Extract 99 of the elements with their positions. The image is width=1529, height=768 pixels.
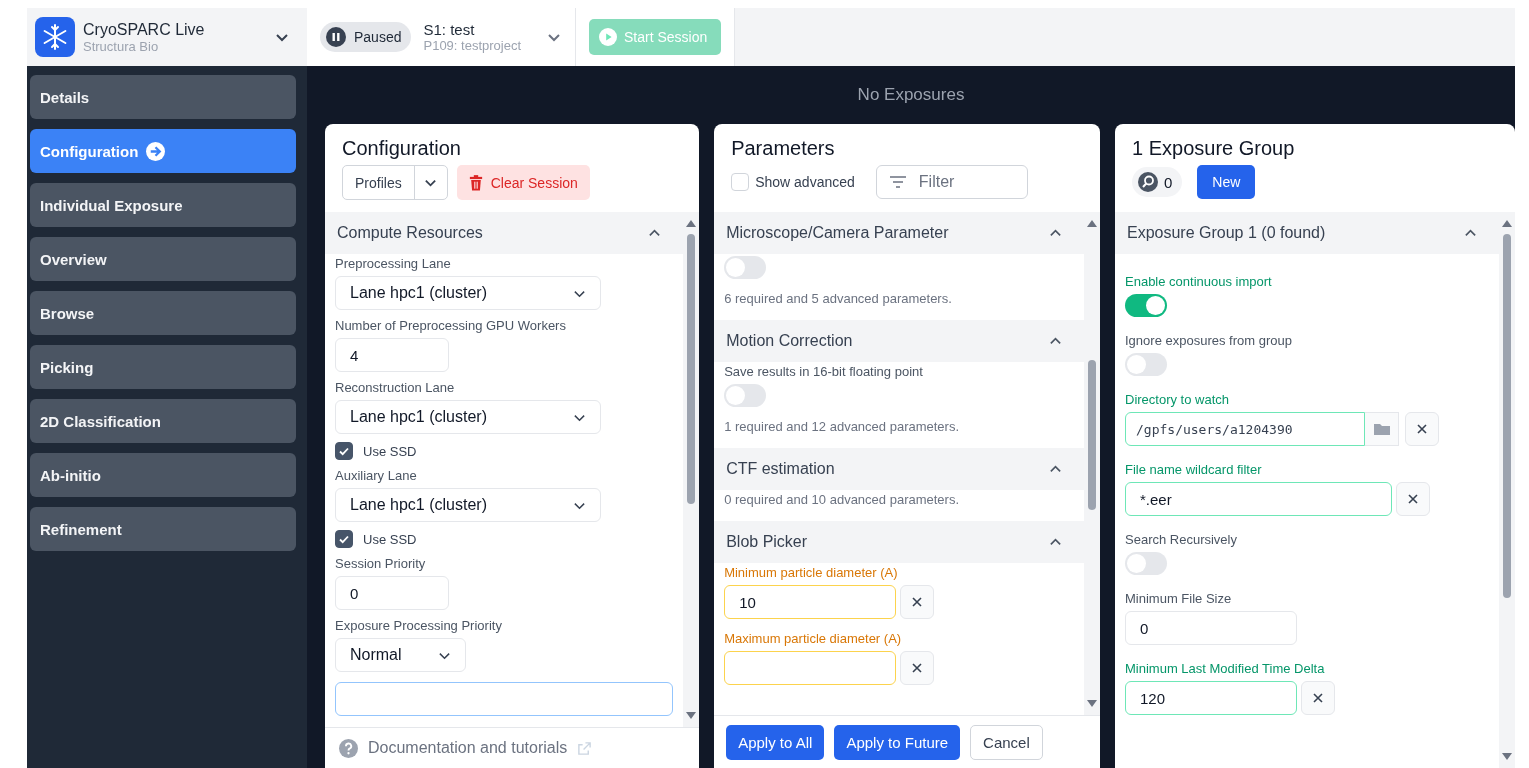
- field-label: Reconstruction Lane: [335, 380, 456, 395]
- help-icon: [339, 738, 358, 758]
- number-field[interactable]: 0: [335, 576, 449, 610]
- sidebar-item[interactable]: Configuration: [30, 129, 296, 173]
- section-header[interactable]: Microscope/Camera Parameter: [714, 212, 1084, 254]
- input-field[interactable]: [724, 651, 897, 685]
- input-field[interactable]: 120: [1125, 681, 1297, 715]
- sidebar-item[interactable]: Individual Exposure: [30, 183, 296, 227]
- action-button[interactable]: Cancel: [970, 724, 1043, 760]
- action-button[interactable]: Apply to All: [726, 724, 825, 760]
- field-label: Exposure Processing Priority: [335, 618, 503, 633]
- action-button[interactable]: Apply to Future: [834, 724, 961, 760]
- input-field[interactable]: 10: [724, 585, 897, 619]
- parameter-summary: 0 required and 10 advanced parameters.: [724, 492, 961, 507]
- sidebar-item[interactable]: 2D Classification: [30, 399, 296, 443]
- field-label: File name wildcard filter: [1125, 462, 1263, 477]
- field-label: Auxiliary Lane: [335, 468, 418, 483]
- panel-title: Configuration: [342, 137, 462, 160]
- check-icon: [338, 445, 350, 457]
- sidebar-item[interactable]: Refinement: [30, 507, 296, 551]
- arrow-right-icon: [146, 141, 166, 161]
- toggle-switch[interactable]: [1125, 552, 1167, 575]
- clear-session-button[interactable]: Clear Session: [456, 165, 590, 200]
- checkbox[interactable]: [335, 530, 353, 548]
- directory-field[interactable]: /gpfs/users/a1204390: [1125, 412, 1365, 446]
- parameter-summary: 6 required and 5 advanced parameters.: [724, 291, 953, 306]
- number-field[interactable]: 0: [1125, 611, 1297, 645]
- field-label: Ignore exposures from group: [1125, 333, 1293, 348]
- select-field[interactable]: Normal: [335, 638, 466, 672]
- close-icon: [911, 662, 924, 674]
- status-label: Paused: [354, 29, 402, 45]
- found-count: 0: [1164, 173, 1173, 191]
- sidebar-item[interactable]: Browse: [30, 291, 296, 335]
- play-icon: [599, 28, 617, 46]
- browse-button[interactable]: [1365, 412, 1399, 446]
- section-header[interactable]: Compute Resources: [325, 212, 684, 254]
- field-label: Minimum Last Modified Time Delta: [1125, 661, 1326, 676]
- check-icon: [338, 533, 350, 545]
- field-label: Minimum File Size: [1125, 591, 1233, 606]
- sidebar-item[interactable]: Details: [30, 75, 296, 119]
- panel-title: 1 Exposure Group: [1132, 137, 1296, 160]
- toggle-switch[interactable]: [724, 384, 767, 407]
- app-name: CryoSPARC Live: [83, 20, 206, 39]
- input-field[interactable]: *.eer: [1125, 482, 1392, 516]
- checkbox-label: Use SSD: [363, 443, 417, 459]
- clear-button[interactable]: [900, 585, 935, 619]
- field-label: Save results in 16-bit floating point: [724, 364, 924, 379]
- field-label: Search Recursively: [1125, 532, 1238, 547]
- field-label: Maximum particle diameter (A): [724, 631, 903, 646]
- clear-button[interactable]: [1396, 482, 1430, 516]
- checkbox-label: Use SSD: [363, 531, 417, 547]
- select-field[interactable]: Lane hpc1 (cluster): [335, 276, 601, 310]
- organization-name: Structura Bio: [83, 38, 160, 54]
- external-link-icon: [577, 740, 593, 756]
- profiles-label[interactable]: Profiles: [343, 166, 415, 199]
- field-label: Enable continuous import: [1125, 274, 1273, 289]
- field-label: Minimum particle diameter (A): [724, 565, 899, 580]
- no-exposures-message: No Exposures: [857, 85, 965, 105]
- close-icon: [1312, 692, 1324, 704]
- checkbox[interactable]: [335, 442, 353, 460]
- folder-icon: [1373, 423, 1390, 435]
- panel-title: Parameters: [731, 137, 836, 160]
- input-field[interactable]: [335, 682, 673, 716]
- field-label: Preprocessing Lane: [335, 256, 452, 271]
- toggle-switch[interactable]: [1125, 294, 1167, 317]
- snowflake-logo-icon: [35, 17, 75, 57]
- profiles-dropdown[interactable]: Profiles: [342, 165, 448, 200]
- documentation-link[interactable]: Documentation and tutorials: [368, 739, 568, 757]
- field-label: Session Priority: [335, 556, 427, 571]
- parameter-summary: 1 required and 12 advanced parameters.: [724, 419, 961, 434]
- project-name: P109: testproject: [423, 38, 523, 53]
- clear-button[interactable]: [900, 651, 935, 685]
- toggle-switch[interactable]: [1125, 353, 1167, 376]
- clear-button[interactable]: [1405, 412, 1439, 446]
- checkbox-label: Show advanced: [755, 174, 855, 190]
- search-icon: [1138, 172, 1158, 192]
- clear-button[interactable]: [1301, 681, 1335, 715]
- field-label: Number of Preprocessing GPU Workers: [335, 318, 567, 333]
- session-name: S1: test: [423, 21, 476, 38]
- close-icon: [1407, 493, 1419, 505]
- sidebar-item[interactable]: Overview: [30, 237, 296, 281]
- field-label: Directory to watch: [1125, 392, 1231, 407]
- select-field[interactable]: Lane hpc1 (cluster): [335, 400, 601, 434]
- section-header[interactable]: Motion Correction: [714, 320, 1084, 362]
- sidebar-item[interactable]: Picking: [30, 345, 296, 389]
- select-field[interactable]: Lane hpc1 (cluster): [335, 488, 601, 522]
- filter-field[interactable]: Filter: [875, 165, 1028, 199]
- section-header[interactable]: Blob Picker: [714, 521, 1084, 563]
- trash-icon: [468, 174, 483, 191]
- filter-icon: [888, 175, 907, 189]
- close-icon: [911, 596, 924, 608]
- section-header[interactable]: Exposure Group 1 (0 found): [1115, 212, 1499, 254]
- close-icon: [1416, 423, 1428, 435]
- section-header[interactable]: CTF estimation: [714, 448, 1084, 490]
- toggle-switch[interactable]: [724, 256, 767, 279]
- number-field[interactable]: 4: [335, 338, 449, 372]
- new-button[interactable]: New: [1197, 165, 1256, 199]
- sidebar-item[interactable]: Ab-initio: [30, 453, 296, 497]
- pause-icon: [326, 27, 346, 47]
